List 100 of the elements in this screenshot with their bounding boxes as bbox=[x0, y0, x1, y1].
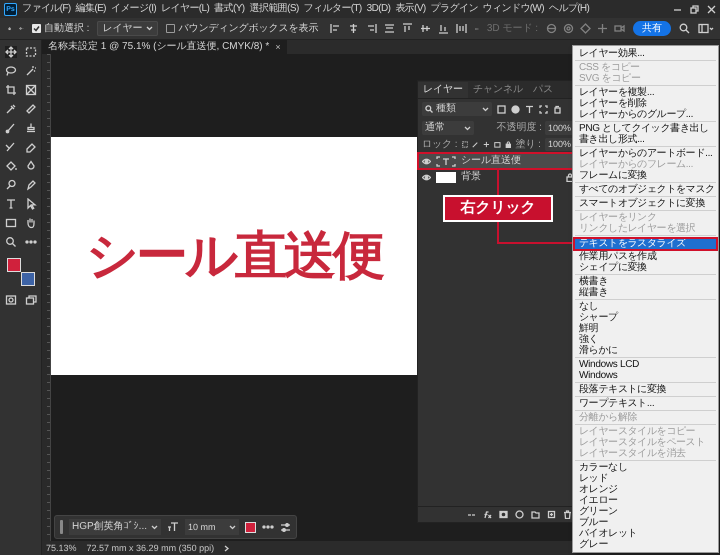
add-layer-icon[interactable] bbox=[547, 510, 556, 519]
smart-object-filter-icon[interactable] bbox=[553, 104, 562, 114]
close-tab-button[interactable]: × bbox=[275, 42, 281, 52]
distribute-icon[interactable] bbox=[456, 23, 468, 34]
menu-option[interactable]: レイヤーを複製... bbox=[573, 87, 718, 98]
menu-option[interactable]: なし bbox=[573, 301, 718, 312]
type-filter-icon[interactable] bbox=[525, 104, 534, 114]
rectangle-icon[interactable] bbox=[4, 217, 16, 229]
menu-option[interactable]: 段落テキストに変換 bbox=[573, 384, 718, 395]
lock-position-icon[interactable] bbox=[483, 140, 490, 149]
marquee-icon[interactable] bbox=[24, 46, 36, 58]
close-icon[interactable] bbox=[707, 4, 716, 14]
menu-item[interactable]: 表示(V) bbox=[395, 4, 426, 14]
font-dropdown[interactable]: HGP創英角ｺﾞｼ... bbox=[69, 519, 161, 535]
fill-field[interactable]: 100% bbox=[544, 138, 574, 151]
menu-option[interactable]: 滑らかに bbox=[573, 345, 718, 356]
lock-paint-icon[interactable] bbox=[472, 140, 480, 149]
document-tab[interactable]: 名称未設定 1 @ 75.1% (シール直送便, CMYK/8) * × bbox=[42, 40, 287, 54]
arrow-cursor-icon[interactable] bbox=[24, 198, 36, 210]
menu-option[interactable]: レイヤーからのグループ... bbox=[573, 109, 718, 120]
menu-item[interactable]: イメージ(I) bbox=[110, 4, 156, 14]
checkbox[interactable] bbox=[32, 24, 41, 33]
menu-option[interactable]: スマートオブジェクトに変換 bbox=[573, 198, 718, 209]
share-button[interactable]: 共有 bbox=[633, 21, 671, 36]
eraser-icon[interactable] bbox=[24, 141, 36, 153]
quick-mask-icon[interactable] bbox=[4, 294, 16, 306]
fx-icon[interactable] bbox=[483, 510, 492, 519]
menu-option[interactable]: バイオレット bbox=[573, 528, 718, 539]
adjustment-icon[interactable] bbox=[515, 510, 524, 519]
stamp-icon[interactable] bbox=[24, 122, 36, 134]
pen-icon[interactable] bbox=[24, 179, 36, 191]
menu-option[interactable]: すべてのオブジェクトをマスク bbox=[573, 184, 718, 195]
lock-pixels-icon[interactable] bbox=[462, 140, 468, 149]
menu-option[interactable]: グリーン bbox=[573, 506, 718, 517]
menu-option[interactable]: 鮮明 bbox=[573, 323, 718, 334]
menu-option[interactable]: シェイプに変換 bbox=[573, 262, 718, 273]
lasso-icon[interactable] bbox=[4, 65, 16, 77]
type-icon[interactable] bbox=[4, 198, 16, 210]
menu-option[interactable]: PNG としてクイック書き出し bbox=[573, 123, 718, 134]
magic-wand-icon[interactable] bbox=[24, 65, 36, 77]
menu-item[interactable]: ヘルプ(H) bbox=[549, 4, 590, 14]
menu-option[interactable]: 横書き bbox=[573, 276, 718, 287]
panel-tab[interactable]: パス bbox=[528, 82, 558, 98]
move-icon[interactable] bbox=[4, 46, 16, 58]
lock-icon[interactable] bbox=[504, 140, 512, 149]
menu-option[interactable]: イエロー bbox=[573, 495, 718, 506]
menu-option[interactable]: Windows bbox=[573, 370, 718, 381]
menu-item[interactable]: レイヤー(L) bbox=[161, 4, 210, 14]
chevron-right-icon[interactable] bbox=[224, 544, 230, 552]
menu-option[interactable]: カラーなし bbox=[573, 462, 718, 473]
menu-option[interactable]: 作業用パスを作成 bbox=[573, 251, 718, 262]
distribute-icon[interactable] bbox=[438, 23, 450, 34]
drag-handle[interactable] bbox=[60, 520, 63, 534]
magnifier-tool-icon[interactable] bbox=[4, 179, 16, 191]
layer-dropdown[interactable]: レイヤー bbox=[97, 21, 158, 36]
distribute-icon[interactable] bbox=[402, 23, 414, 34]
restore-icon[interactable] bbox=[690, 4, 699, 14]
menu-option[interactable]: レイヤー効果... bbox=[573, 48, 718, 59]
menu-item[interactable]: 編集(E) bbox=[76, 4, 106, 14]
more-icon[interactable] bbox=[475, 26, 479, 30]
image-filter-icon[interactable] bbox=[497, 104, 506, 114]
eyedropper-icon[interactable] bbox=[4, 103, 16, 115]
menu-option[interactable]: シャープ bbox=[573, 312, 718, 323]
filter-dropdown[interactable]: 種類 bbox=[422, 102, 492, 116]
menu-option[interactable]: 書き出し形式... bbox=[573, 134, 718, 145]
opacity-field[interactable]: 100% bbox=[544, 121, 574, 135]
text-color-swatch[interactable] bbox=[245, 522, 256, 532]
menu-option[interactable]: 縦書き bbox=[573, 287, 718, 298]
mask-icon[interactable] bbox=[499, 510, 508, 519]
sliders-icon[interactable] bbox=[280, 522, 291, 532]
search-icon[interactable] bbox=[679, 23, 690, 34]
menu-option[interactable]: グレー bbox=[573, 539, 718, 550]
shape-filter-icon[interactable] bbox=[539, 104, 548, 114]
menu-option[interactable]: オレンジ bbox=[573, 484, 718, 495]
menu-option[interactable]: ワープテキスト... bbox=[573, 398, 718, 409]
distribute-icon[interactable] bbox=[420, 23, 432, 34]
crop-icon[interactable] bbox=[4, 84, 16, 96]
align-icon[interactable] bbox=[384, 23, 396, 34]
font-size-dropdown[interactable]: 10 mm bbox=[185, 519, 239, 535]
menu-option[interactable]: Windows LCD bbox=[573, 359, 718, 370]
frame-icon[interactable] bbox=[24, 84, 36, 96]
folder-icon[interactable] bbox=[531, 510, 540, 519]
menu-option[interactable]: 強く bbox=[573, 334, 718, 345]
menu-item[interactable]: フィルター(T) bbox=[304, 4, 362, 14]
trash-icon[interactable] bbox=[563, 510, 572, 519]
lock-artboard-icon[interactable] bbox=[494, 140, 501, 149]
menu-item[interactable]: 書式(Y) bbox=[214, 4, 245, 14]
menu-item[interactable]: ファイル(F) bbox=[22, 4, 71, 14]
align-icon[interactable] bbox=[366, 23, 378, 34]
checkbox[interactable] bbox=[166, 24, 176, 33]
eye-icon[interactable] bbox=[422, 174, 431, 180]
drop-icon[interactable] bbox=[24, 160, 36, 172]
panel-tab[interactable]: チャンネル bbox=[468, 82, 528, 98]
hand-icon[interactable] bbox=[24, 217, 36, 229]
search-icon[interactable] bbox=[4, 236, 16, 248]
eye-icon[interactable] bbox=[422, 158, 431, 164]
screen-mode-icon[interactable] bbox=[24, 294, 36, 306]
bandage-icon[interactable] bbox=[24, 103, 36, 115]
adjustment-filter-icon[interactable] bbox=[511, 104, 520, 114]
menu-item[interactable]: ウィンドウ(W) bbox=[482, 4, 544, 14]
